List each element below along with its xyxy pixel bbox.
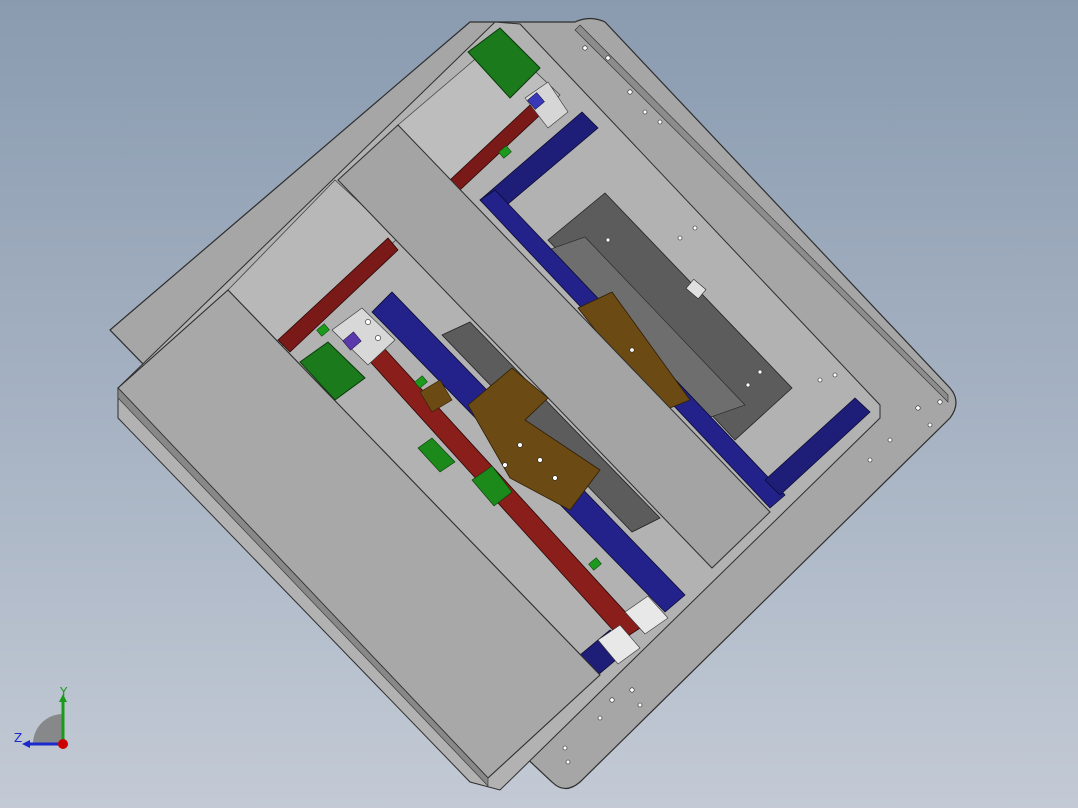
coordinate-triad: Y Z [14,686,68,749]
triad-z-label: Z [14,731,22,745]
triad-z-arrow [22,740,30,748]
cad-3d-viewport[interactable]: Y Z [0,0,1078,808]
cad-assembly-model[interactable] [0,0,1078,808]
triad-y-label: Y [59,686,68,699]
triad-quadrant [33,714,63,744]
triad-x-axis-dot [58,739,68,749]
